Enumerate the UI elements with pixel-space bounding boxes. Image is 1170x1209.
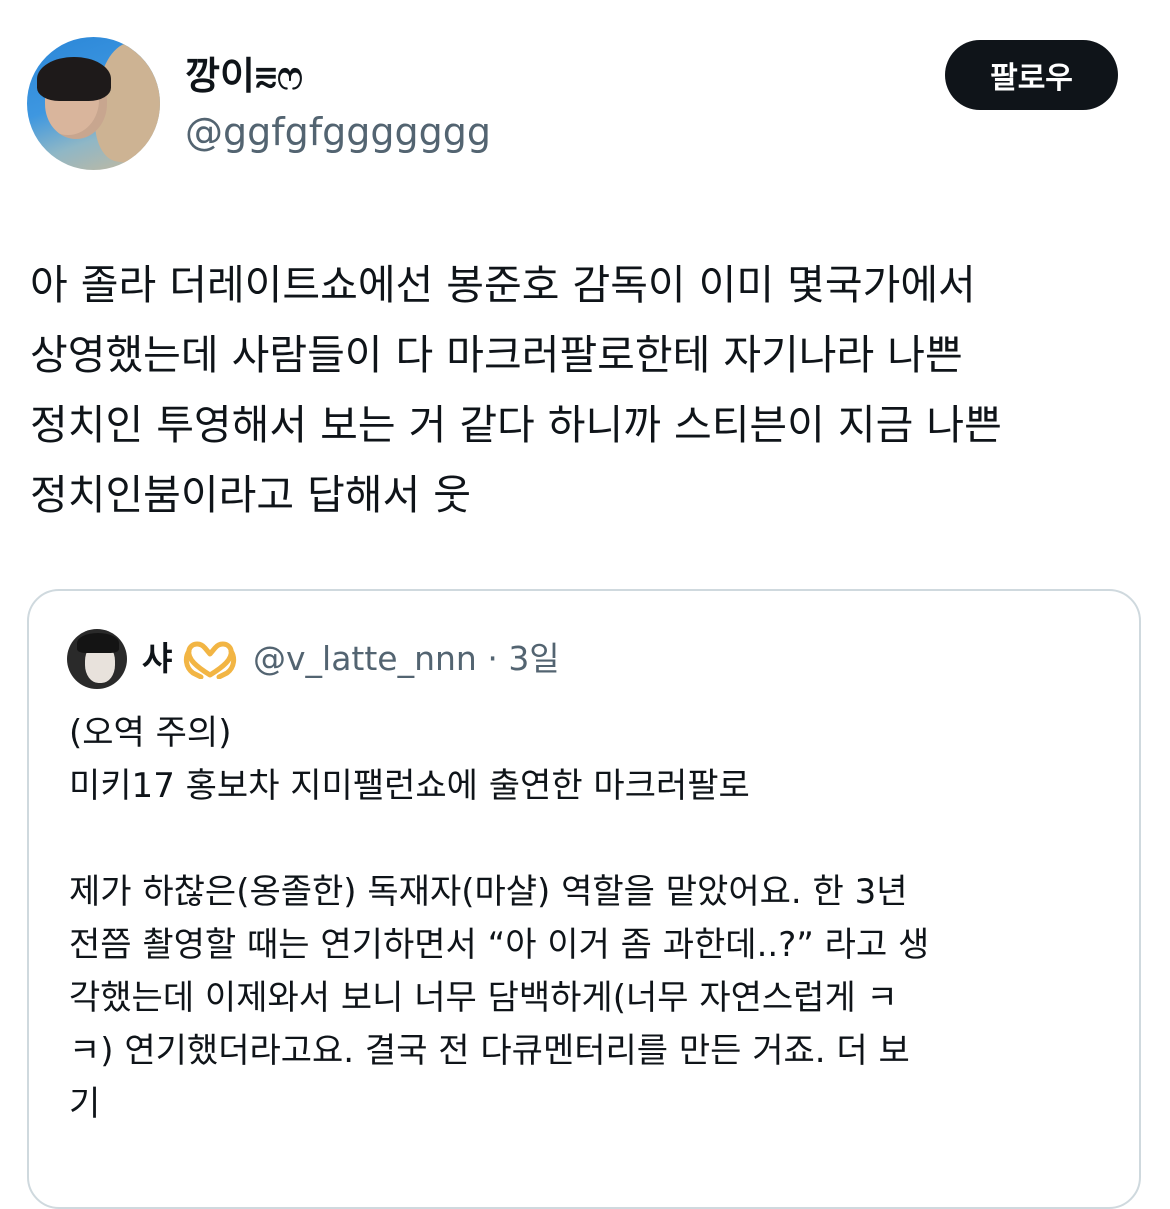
tweet-text-line: 정치인붐이라고 답해서 웃 [30, 471, 471, 519]
quote-tweet-card[interactable]: 샤 @v_latte_nnn · 3일 (오역 주의) 미키17 홍보차 지미팰… [27, 589, 1141, 1209]
tweet-text-line: 정치인 투영해서 보는 거 같다 하니까 스티븐이 지금 나쁜 [30, 401, 1002, 449]
author-avatar[interactable] [27, 37, 160, 170]
quote-text-line: 전쯤 촬영할 때는 연기하면서 “아 이거 좀 과한데..?” 라고 생 [69, 925, 930, 965]
quote-text: (오역 주의) 미키17 홍보차 지미팰런쇼에 출연한 마크러팔로 제가 하찮은… [69, 707, 1109, 1131]
author-handle[interactable]: @ggfgfggggggg [185, 108, 491, 156]
quote-text-line [69, 813, 1109, 866]
heart-hands-icon [183, 641, 237, 679]
quote-text-line: 각했는데 이제와서 보니 너무 담백하게(너무 자연스럽게 ㅋ [69, 978, 898, 1018]
follow-button[interactable]: 팔로우 [945, 40, 1118, 110]
avatar-hair [37, 57, 111, 101]
quote-author-name[interactable]: 샤 [142, 637, 172, 681]
quote-text-line: ㅋ) 연기했더라고요. 결국 전 다큐멘터리를 만든 거죠. 더 보 [69, 1031, 910, 1071]
quote-text-line: (오역 주의) [69, 713, 232, 753]
tweet-text: 아 졸라 더레이트쇼에선 봉준호 감독이 이미 몇국가에서 상영했는데 사람들이… [30, 250, 1150, 530]
quote-text-line: 미키17 홍보차 지미팰런쇼에 출연한 마크러팔로 [69, 766, 750, 806]
quote-text-line: 제가 하찮은(옹졸한) 독재자(마샬) 역할을 맡았어요. 한 3년 [69, 872, 908, 912]
tweet-header: 깡이⩳ෆ @ggfgfggggggg 팔로우 [0, 0, 1170, 180]
quote-author-handle-time[interactable]: @v_latte_nnn · 3일 [253, 637, 560, 681]
tweet-text-line: 상영했는데 사람들이 다 마크러팔로한테 자기나라 나쁜 [30, 331, 963, 379]
quote-text-line: 기 [69, 1084, 101, 1124]
author-display-name[interactable]: 깡이⩳ෆ [185, 52, 303, 100]
tweet-text-line: 아 졸라 더레이트쇼에선 봉준호 감독이 이미 몇국가에서 [30, 261, 976, 309]
quote-author-avatar[interactable] [67, 629, 127, 689]
quote-avatar-hair [77, 633, 119, 653]
